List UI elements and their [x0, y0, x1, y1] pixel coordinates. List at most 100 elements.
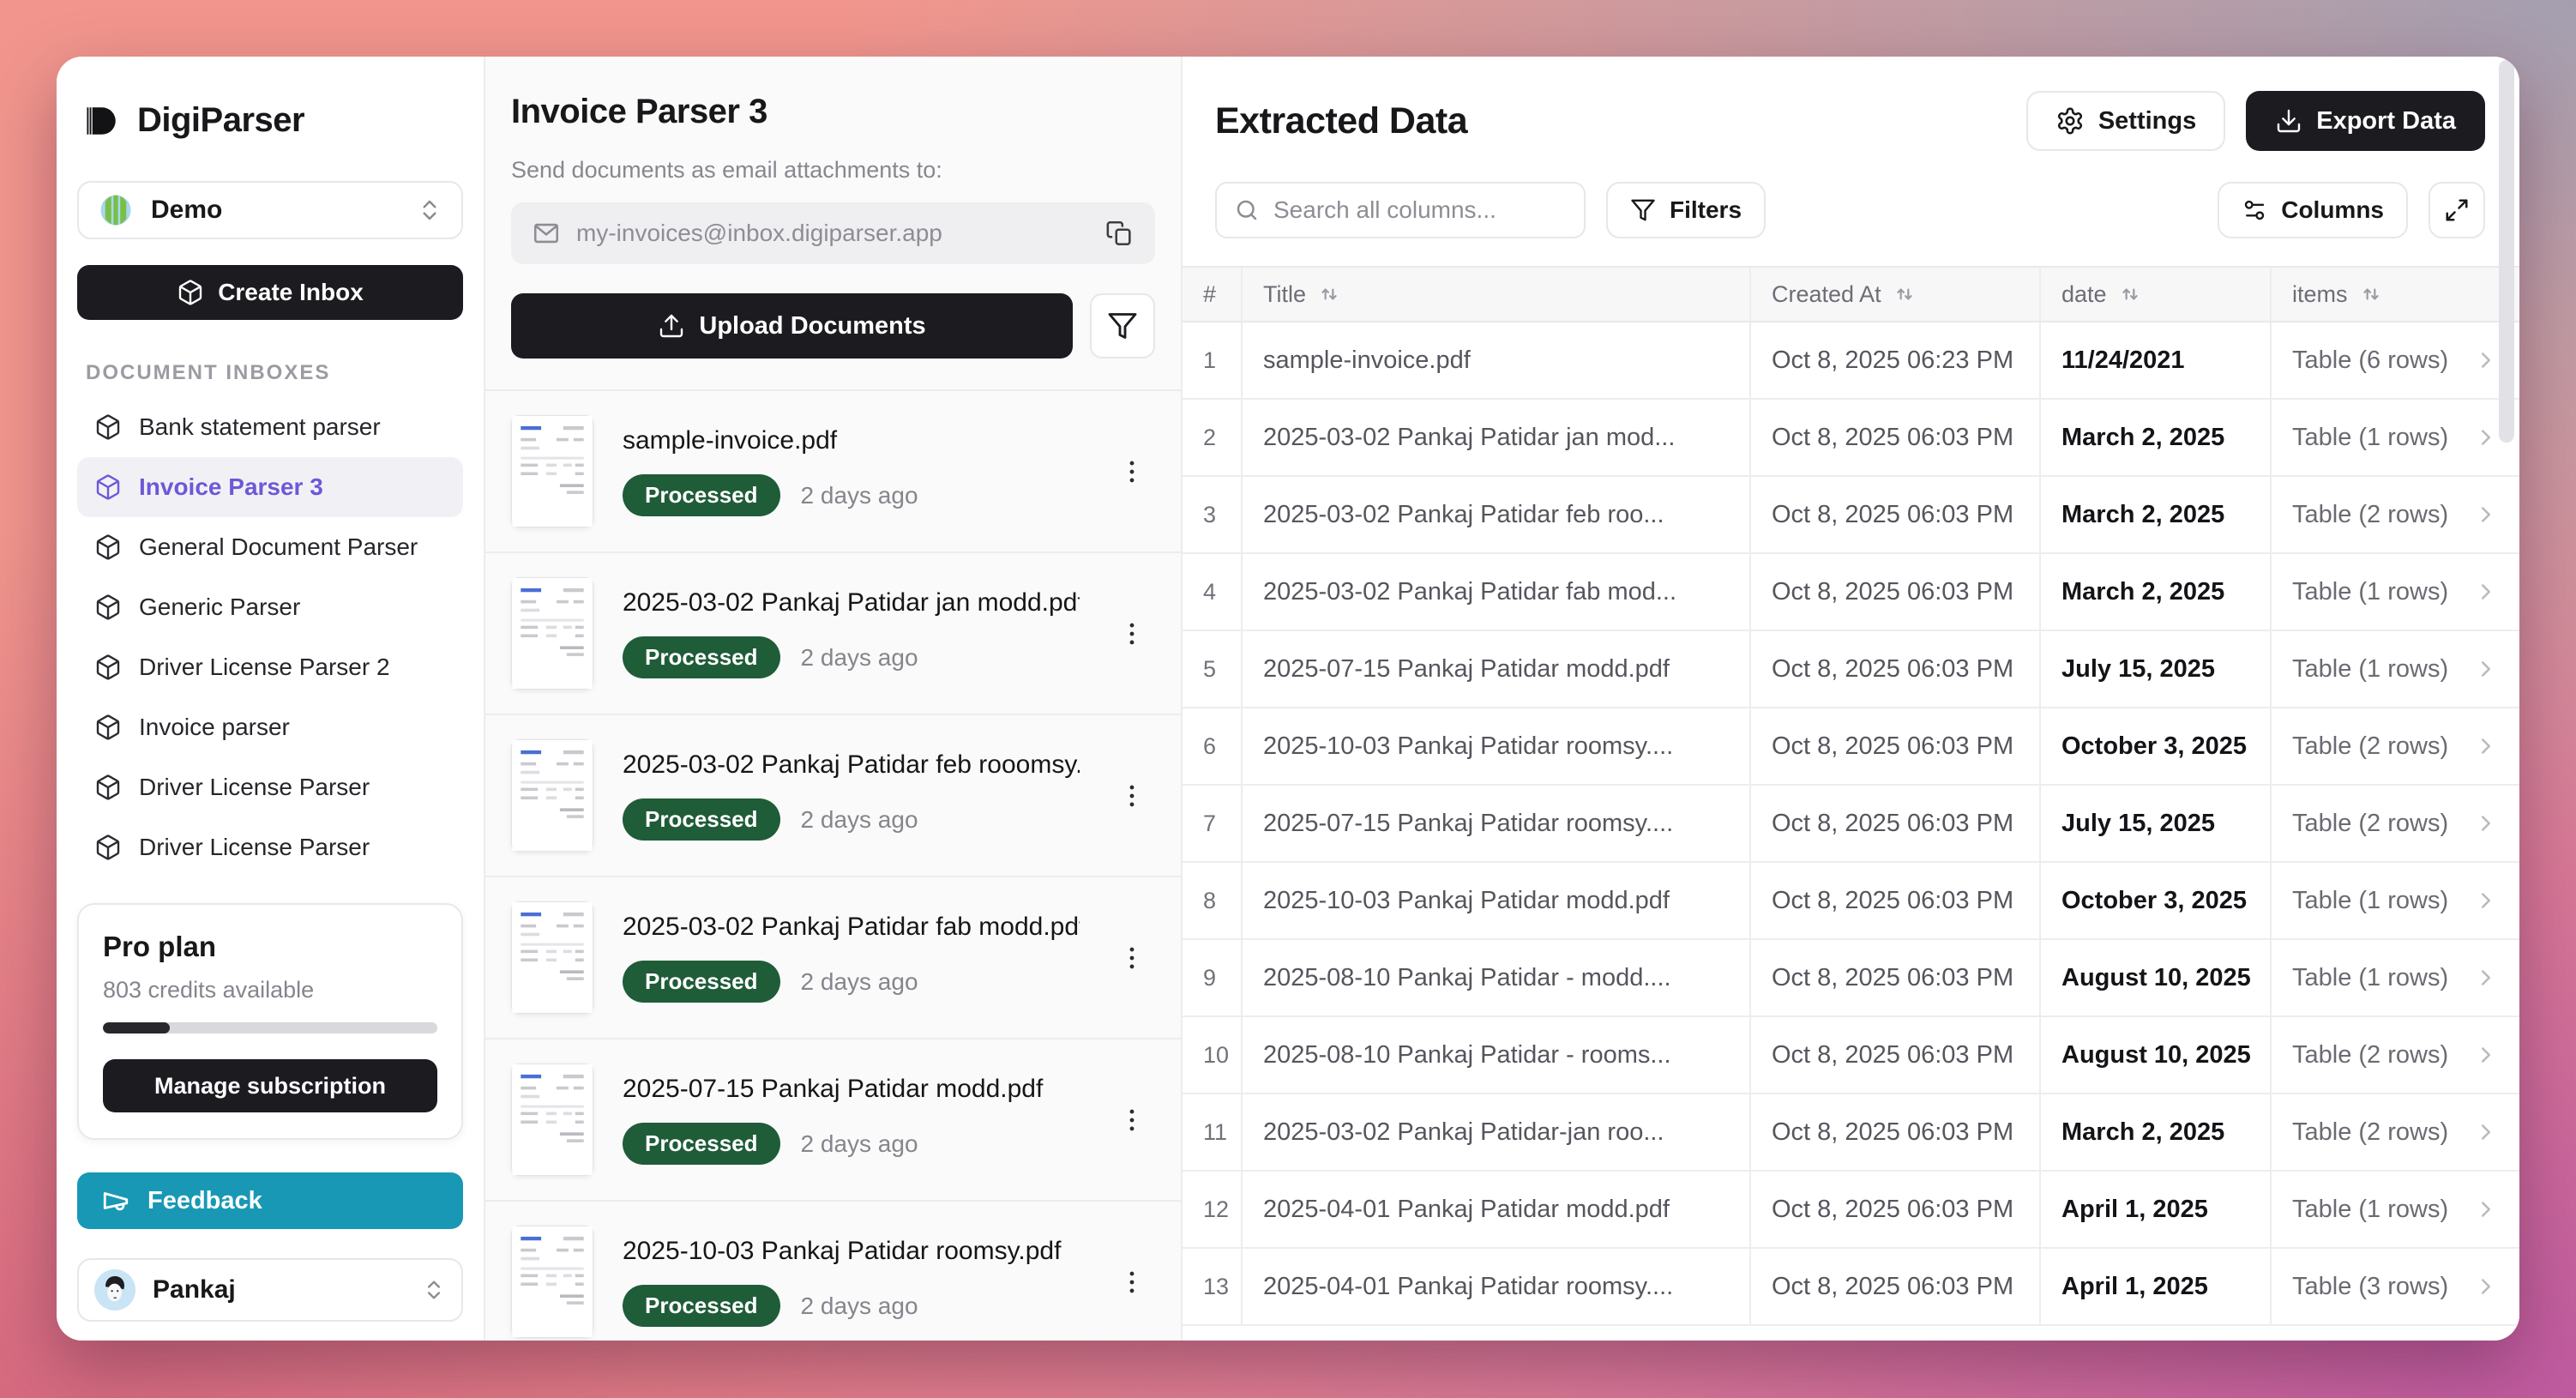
chevron-right-icon[interactable] — [2473, 1274, 2499, 1299]
expand-table-button[interactable] — [2429, 182, 2485, 238]
chevron-right-icon[interactable] — [2473, 502, 2499, 527]
list-item-document[interactable]: 2025-10-03 Pankaj Patidar roomsy.pdf Pro… — [485, 1202, 1181, 1341]
cell-items-value: Table (1 rows) — [2292, 655, 2448, 684]
list-item-document[interactable]: sample-invoice.pdf Processed 2 days ago — [485, 391, 1181, 553]
search-input[interactable] — [1273, 196, 1583, 224]
create-inbox-button[interactable]: Create Inbox — [77, 265, 463, 320]
upload-documents-button[interactable]: Upload Documents — [511, 293, 1073, 359]
copy-email-button[interactable] — [1105, 219, 1135, 248]
table-row[interactable]: 12 2025-04-01 Pankaj Patidar modd.pdf Oc… — [1183, 1172, 2519, 1249]
chevron-right-icon[interactable] — [2473, 888, 2499, 913]
columns-button[interactable]: Columns — [2218, 182, 2408, 238]
user-menu[interactable]: Pankaj — [77, 1258, 463, 1322]
document-info: 2025-10-03 Pankaj Patidar roomsy.pdf Pro… — [623, 1237, 1080, 1327]
document-thumbnail — [511, 901, 593, 1014]
list-item-document[interactable]: 2025-07-15 Pankaj Patidar modd.pdf Proce… — [485, 1039, 1181, 1202]
document-menu-button[interactable] — [1109, 611, 1155, 657]
column-header-items[interactable]: items — [2272, 268, 2519, 321]
table-row[interactable]: 9 2025-08-10 Pankaj Patidar - modd.... O… — [1183, 940, 2519, 1017]
table-row[interactable]: 11 2025-03-02 Pankaj Patidar-jan roo... … — [1183, 1094, 2519, 1172]
chevron-right-icon[interactable] — [2473, 965, 2499, 991]
sidebar-item-inbox[interactable]: Invoice Parser 3 — [77, 457, 463, 517]
document-menu-button[interactable] — [1109, 1097, 1155, 1143]
document-time: 2 days ago — [801, 1293, 918, 1320]
list-item-document[interactable]: 2025-03-02 Pankaj Patidar feb rooomsy.pd… — [485, 715, 1181, 877]
chevrons-up-down-icon — [417, 197, 442, 223]
cell-row-number: 13 — [1183, 1249, 1243, 1324]
extracted-data-panel: Extracted Data Settings Export Data — [1183, 57, 2519, 1341]
status-badge: Processed — [623, 636, 780, 678]
sort-icon — [2360, 283, 2382, 305]
manage-subscription-button[interactable]: Manage subscription — [103, 1059, 437, 1112]
document-time: 2 days ago — [801, 1130, 918, 1158]
cell-row-number: 2 — [1183, 400, 1243, 475]
table-row[interactable]: 4 2025-03-02 Pankaj Patidar fab mod... O… — [1183, 554, 2519, 631]
box-icon — [94, 654, 122, 681]
column-header-title[interactable]: Title — [1243, 268, 1751, 321]
chevron-right-icon[interactable] — [2473, 656, 2499, 682]
settings-button[interactable]: Settings — [2026, 91, 2225, 151]
search-icon — [1234, 197, 1260, 223]
cell-title: 2025-10-03 Pankaj Patidar roomsy.... — [1243, 708, 1751, 784]
feedback-button[interactable]: Feedback — [77, 1172, 463, 1229]
chevron-right-icon[interactable] — [2473, 1119, 2499, 1145]
table-row[interactable]: 2 2025-03-02 Pankaj Patidar jan mod... O… — [1183, 400, 2519, 477]
cell-row-number: 9 — [1183, 940, 1243, 1015]
cell-created-at: Oct 8, 2025 06:23 PM — [1751, 322, 2041, 398]
window-scrollbar-thumb[interactable] — [2499, 60, 2514, 443]
cell-items: Table (1 rows) — [2272, 631, 2519, 707]
sidebar-item-label: General Document Parser — [139, 533, 418, 561]
table-row[interactable]: 1 sample-invoice.pdf Oct 8, 2025 06:23 P… — [1183, 322, 2519, 400]
document-menu-button[interactable] — [1109, 449, 1155, 495]
chevron-right-icon[interactable] — [2473, 425, 2499, 450]
cell-title: 2025-07-15 Pankaj Patidar modd.pdf — [1243, 631, 1751, 707]
table-row[interactable]: 7 2025-07-15 Pankaj Patidar roomsy.... O… — [1183, 786, 2519, 863]
document-name: 2025-03-02 Pankaj Patidar fab modd.pdf — [623, 913, 1080, 942]
sidebar-item-label: Invoice Parser 3 — [139, 473, 323, 501]
document-menu-button[interactable] — [1109, 1259, 1155, 1305]
cell-row-number: 5 — [1183, 631, 1243, 707]
chevron-right-icon[interactable] — [2473, 733, 2499, 759]
table-row[interactable]: 6 2025-10-03 Pankaj Patidar roomsy.... O… — [1183, 708, 2519, 786]
status-badge: Processed — [623, 961, 780, 1003]
sidebar-item-inbox[interactable]: General Document Parser — [77, 517, 463, 577]
table-row[interactable]: 13 2025-04-01 Pankaj Patidar roomsy.... … — [1183, 1249, 2519, 1326]
cell-title: 2025-03-02 Pankaj Patidar fab mod... — [1243, 554, 1751, 630]
filters-label: Filters — [1670, 196, 1742, 224]
sidebar-item-inbox[interactable]: Bank statement parser — [77, 397, 463, 457]
cell-items: Table (1 rows) — [2272, 863, 2519, 938]
cell-created-at: Oct 8, 2025 06:03 PM — [1751, 400, 2041, 475]
chevron-right-icon[interactable] — [2473, 1042, 2499, 1068]
document-menu-button[interactable] — [1109, 773, 1155, 819]
cell-items: Table (1 rows) — [2272, 554, 2519, 630]
column-header-created-at[interactable]: Created At — [1751, 268, 2041, 321]
sidebar-item-inbox[interactable]: Generic Parser — [77, 577, 463, 637]
list-item-document[interactable]: 2025-03-02 Pankaj Patidar fab modd.pdf P… — [485, 877, 1181, 1039]
chevron-right-icon[interactable] — [2473, 810, 2499, 836]
filters-button[interactable]: Filters — [1606, 182, 1766, 238]
cell-items: Table (2 rows) — [2272, 708, 2519, 784]
sidebar-item-inbox[interactable]: Driver License Parser — [77, 757, 463, 817]
table-row[interactable]: 10 2025-08-10 Pankaj Patidar - rooms... … — [1183, 1017, 2519, 1094]
export-data-button[interactable]: Export Data — [2246, 91, 2485, 151]
list-item-document[interactable]: 2025-03-02 Pankaj Patidar jan modd.pdf P… — [485, 553, 1181, 715]
sidebar-item-inbox[interactable]: Driver License Parser — [77, 817, 463, 877]
sidebar-item-inbox[interactable]: Invoice parser — [77, 697, 463, 757]
cell-created-at: Oct 8, 2025 06:03 PM — [1751, 708, 2041, 784]
table-row[interactable]: 5 2025-07-15 Pankaj Patidar modd.pdf Oct… — [1183, 631, 2519, 708]
table-row[interactable]: 3 2025-03-02 Pankaj Patidar feb roo... O… — [1183, 477, 2519, 554]
chevron-right-icon[interactable] — [2473, 347, 2499, 373]
document-info: 2025-03-02 Pankaj Patidar fab modd.pdf P… — [623, 913, 1080, 1003]
column-header-date[interactable]: date — [2041, 268, 2272, 321]
cell-title: 2025-08-10 Pankaj Patidar - rooms... — [1243, 1017, 1751, 1093]
chevron-right-icon[interactable] — [2473, 579, 2499, 605]
sidebar-item-label: Bank statement parser — [139, 413, 381, 441]
table-row[interactable]: 8 2025-10-03 Pankaj Patidar modd.pdf Oct… — [1183, 863, 2519, 940]
document-menu-button[interactable] — [1109, 935, 1155, 981]
chevron-right-icon[interactable] — [2473, 1196, 2499, 1222]
sidebar-item-inbox[interactable]: Driver License Parser 2 — [77, 637, 463, 697]
cell-row-number: 11 — [1183, 1094, 1243, 1170]
cell-row-number: 12 — [1183, 1172, 1243, 1247]
document-filter-button[interactable] — [1090, 293, 1155, 359]
workspace-select[interactable]: Demo — [77, 181, 463, 239]
